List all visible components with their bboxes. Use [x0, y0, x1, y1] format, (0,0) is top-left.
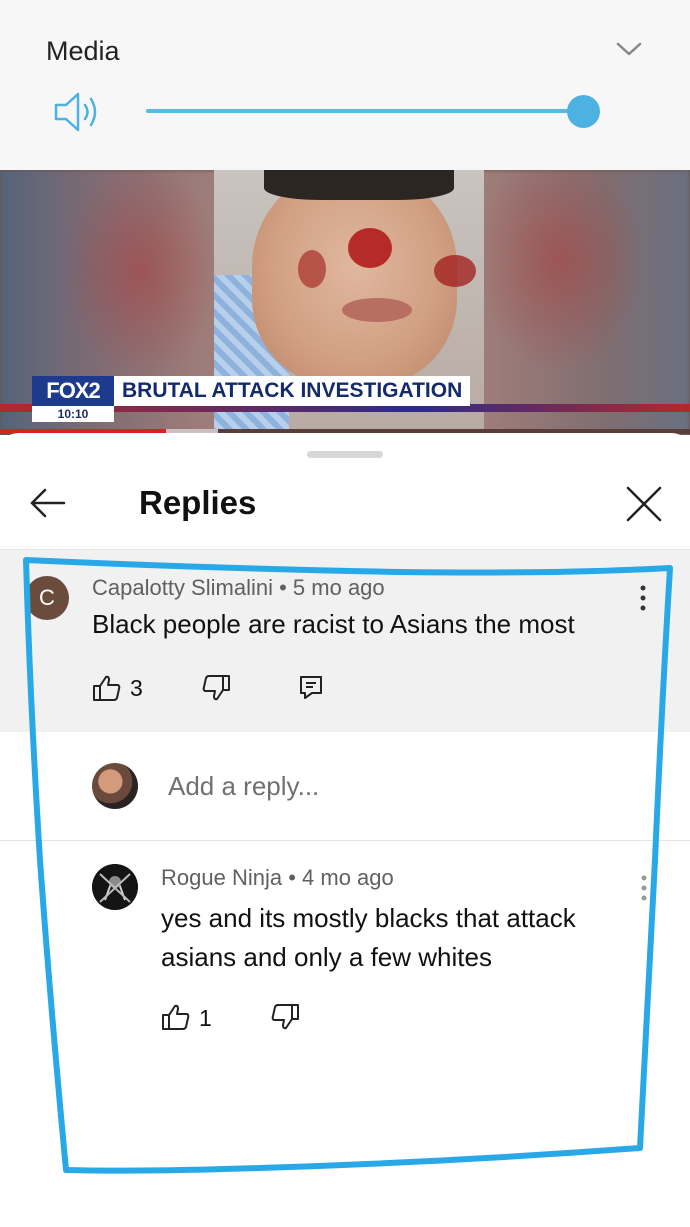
channel-logo-text: FOX2	[32, 376, 114, 406]
comment-meta: Capalotty Slimalini • 5 mo ago	[92, 575, 385, 601]
thumbs-up-icon[interactable]	[92, 674, 122, 702]
comment-text: Black people are racist to Asians the mo…	[92, 609, 575, 639]
speaker-icon[interactable]	[52, 90, 102, 134]
volume-slider-thumb[interactable]	[567, 95, 600, 128]
injury-mark	[348, 228, 392, 268]
avatar[interactable]	[92, 864, 138, 910]
like-count: 3	[130, 675, 143, 701]
reply-comment-icon[interactable]	[298, 674, 324, 700]
injury-mark	[434, 255, 476, 287]
like-count: 1	[199, 1005, 212, 1031]
drag-handle[interactable]	[307, 451, 383, 458]
reply-age: 4 mo ago	[302, 865, 394, 890]
volume-slider-track[interactable]	[146, 109, 584, 113]
meta-separator: •	[288, 865, 296, 890]
media-volume-panel: Media	[0, 0, 690, 170]
user-avatar	[92, 763, 138, 809]
comment-author[interactable]: Capalotty Slimalini	[92, 575, 273, 600]
news-headline: BRUTAL ATTACK INVESTIGATION	[114, 376, 471, 406]
add-reply-input[interactable]: Add a reply...	[168, 771, 319, 802]
comment-age: 5 mo ago	[292, 575, 385, 600]
thumbs-down-icon[interactable]	[270, 1003, 300, 1031]
channel-logo: FOX2 10:10	[32, 376, 114, 422]
more-options-icon[interactable]	[636, 874, 652, 902]
divider	[0, 840, 690, 841]
video-player[interactable]: FOX2 10:10 BRUTAL ATTACK INVESTIGATION	[0, 170, 690, 435]
sheet-title: Replies	[139, 484, 257, 521]
reply-author[interactable]: Rogue Ninja	[161, 865, 282, 890]
ninja-avatar-icon	[92, 864, 138, 910]
avatar[interactable]: C	[25, 576, 69, 620]
thumbs-down-icon[interactable]	[201, 674, 231, 702]
mouth	[342, 298, 412, 322]
media-label: Media	[46, 36, 120, 66]
injured-face	[252, 170, 476, 385]
hair	[264, 170, 454, 200]
channel-time: 10:10	[32, 406, 114, 422]
chevron-down-icon[interactable]	[614, 38, 644, 60]
more-options-icon[interactable]	[635, 584, 651, 612]
reply-meta: Rogue Ninja • 4 mo ago	[161, 865, 394, 891]
close-icon[interactable]	[624, 484, 664, 524]
thumbs-up-icon[interactable]	[161, 1003, 191, 1031]
meta-separator: •	[279, 575, 287, 600]
back-arrow-icon[interactable]	[28, 485, 68, 521]
injury-mark	[298, 250, 326, 288]
reply-text: yes and its mostly blacks that attack as…	[161, 903, 576, 972]
